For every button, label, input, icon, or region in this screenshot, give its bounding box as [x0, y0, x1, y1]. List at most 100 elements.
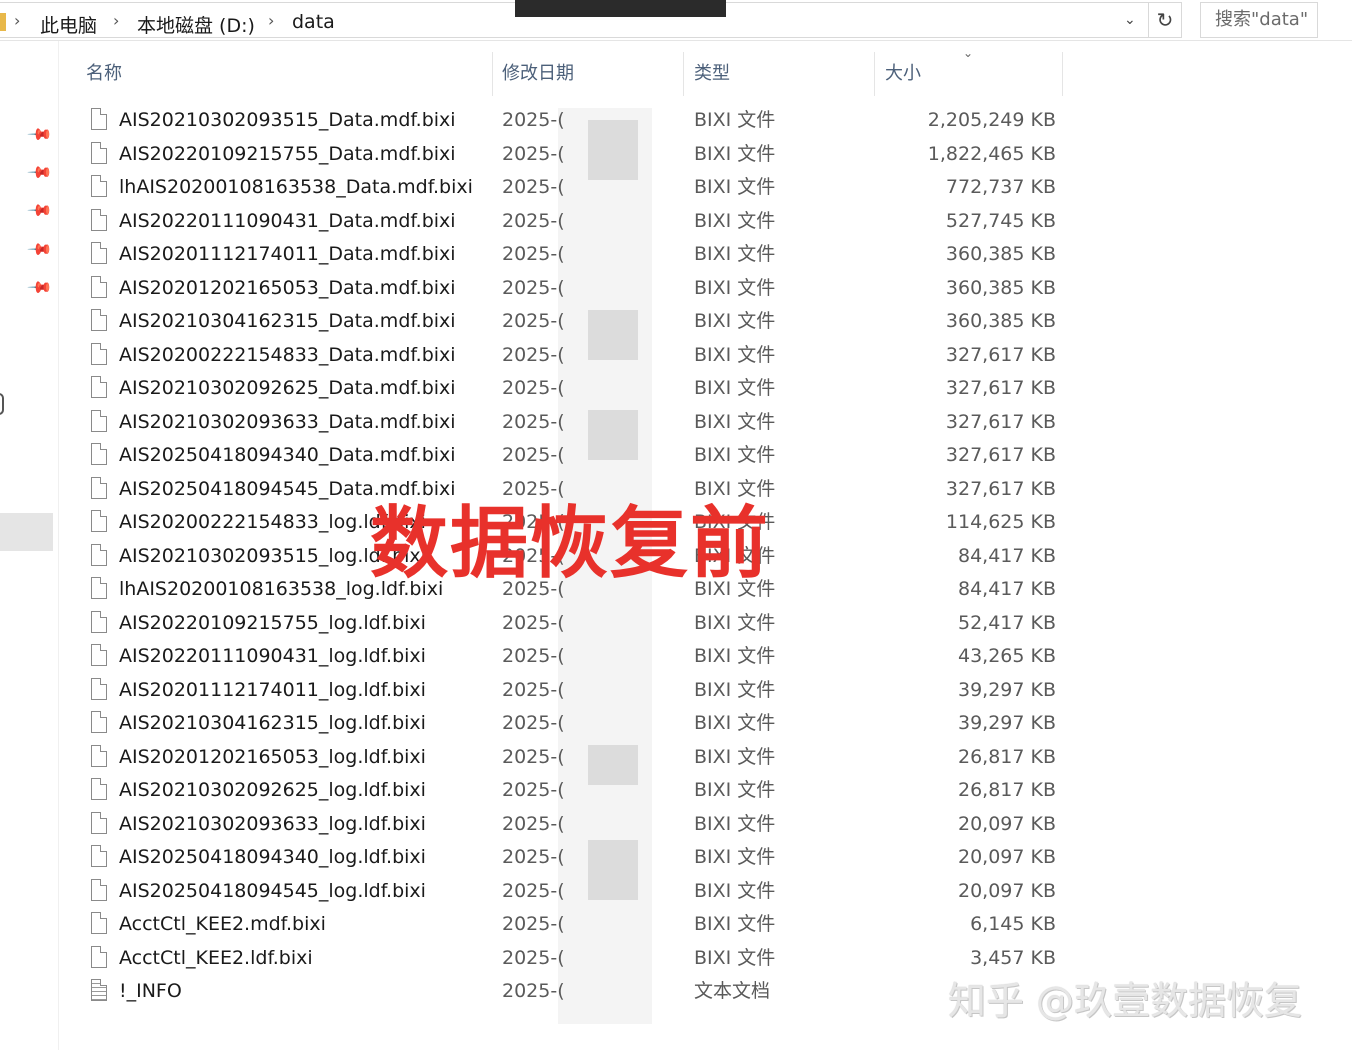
file-row[interactable]: AIS20201112174011_Data.mdf.bixi 2025-(BIX…: [86, 238, 1056, 272]
file-row[interactable]: AIS20201202165053_log.ldf.bixi 2025-(BIXI…: [86, 741, 1056, 775]
file-type: BIXI 文件: [694, 310, 776, 332]
column-divider[interactable]: [874, 52, 875, 96]
pin-icon[interactable]: 📌: [26, 121, 54, 149]
column-header-size[interactable]: 大小: [885, 52, 921, 96]
file-type: BIXI 文件: [694, 913, 776, 935]
file-size: 1,822,465 KB: [927, 142, 1056, 165]
search-input[interactable]: 搜索"data": [1200, 2, 1318, 38]
file-size: 26,817 KB: [957, 779, 1056, 801]
file-date: 2025-(: [502, 209, 565, 232]
breadcrumb-this-pc[interactable]: 此电脑: [40, 11, 97, 38]
file-name: AIS20210304162315_log.ldf.bixi: [119, 712, 426, 734]
column-divider[interactable]: [1062, 52, 1063, 96]
file-size: 327,617 KB: [945, 444, 1056, 466]
file-icon: [91, 845, 107, 867]
file-icon: [91, 175, 107, 197]
file-row[interactable]: AIS20210302092625_Data.mdf.bixi 2025-(BIX…: [86, 372, 1056, 406]
file-row[interactable]: AIS20220109215755_Data.mdf.bixi 2025-(BIX…: [86, 138, 1056, 172]
file-icon: [91, 409, 107, 432]
file-type: BIXI 文件: [694, 846, 776, 868]
file-icon: [91, 510, 107, 532]
chevron-right-icon[interactable]: ›: [113, 11, 119, 30]
file-row[interactable]: AIS20250418094545_log.ldf.bixi 2025-(BIXI…: [86, 875, 1056, 909]
pin-icon[interactable]: 📌: [26, 197, 54, 225]
file-size: 527,745 KB: [945, 209, 1056, 232]
breadcrumb-local-disk[interactable]: 本地磁盘 (D:): [137, 11, 255, 38]
file-name: AIS20250418094545_log.ldf.bixi: [119, 879, 426, 902]
file-size: 39,297 KB: [957, 678, 1056, 701]
file-size: 26,817 KB: [957, 745, 1056, 768]
file-date: 2025-(: [502, 611, 565, 634]
file-date: 2025-(: [502, 913, 565, 935]
file-row[interactable]: lhAIS20200108163538_Data.mdf.bixi 2025-(B…: [86, 171, 1056, 205]
file-row[interactable]: AIS20200222154833_Data.mdf.bixi 2025-(BIX…: [86, 339, 1056, 373]
file-row[interactable]: AIS20201112174011_log.ldf.bixi 2025-(BIXI…: [86, 674, 1056, 708]
file-type: BIXI 文件: [694, 243, 776, 265]
file-icon: [91, 342, 107, 365]
file-type: BIXI 文件: [694, 377, 776, 399]
chevron-down-icon[interactable]: ⌄: [1124, 12, 1136, 28]
file-type: BIXI 文件: [694, 779, 776, 801]
file-size: 20,097 KB: [957, 812, 1056, 835]
pin-icon[interactable]: 📌: [26, 236, 54, 264]
file-row[interactable]: AIS20210302093633_Data.mdf.bixi 2025-(BIX…: [86, 406, 1056, 440]
breadcrumb-data[interactable]: data: [292, 11, 335, 33]
file-date: 2025-(: [502, 712, 565, 734]
nav-item-selected[interactable]: [0, 513, 53, 551]
pin-icon[interactable]: 📌: [26, 274, 54, 302]
file-icon: [91, 577, 107, 599]
column-divider[interactable]: [492, 52, 493, 96]
file-type: BIXI 文件: [694, 109, 776, 131]
file-name: AIS20210302093633_Data.mdf.bixi: [119, 410, 456, 433]
file-icon: [91, 443, 107, 465]
file-date: 2025-(: [502, 343, 565, 366]
file-icon: [91, 141, 107, 164]
file-row[interactable]: AIS20220111090431_Data.mdf.bixi 2025-(BIX…: [86, 205, 1056, 239]
blur-patch: [588, 410, 638, 460]
file-row[interactable]: AIS20201202165053_Data.mdf.bixi 2025-(BIX…: [86, 272, 1056, 306]
column-header-date[interactable]: 修改日期: [502, 52, 574, 96]
file-type: BIXI 文件: [694, 176, 776, 198]
file-icon: [91, 543, 107, 566]
chevron-right-icon[interactable]: ›: [14, 11, 20, 30]
file-icon: [91, 744, 107, 767]
refresh-button[interactable]: ↻: [1148, 2, 1182, 38]
file-name: AIS20210302092625_Data.mdf.bixi: [119, 377, 456, 399]
file-size: 327,617 KB: [945, 377, 1056, 399]
file-name: lhAIS20200108163538_Data.mdf.bixi: [119, 176, 473, 198]
file-name: AcctCtl_KEE2.ldf.bixi: [119, 946, 313, 969]
file-row[interactable]: AIS20210302093633_log.ldf.bixi 2025-(BIXI…: [86, 808, 1056, 842]
file-name: AIS20201112174011_Data.mdf.bixi: [119, 243, 456, 265]
file-row[interactable]: !_INFO 2025-(文本文档: [86, 975, 1056, 1009]
column-header-type[interactable]: 类型: [694, 52, 730, 96]
file-row[interactable]: AIS20220109215755_log.ldf.bixi 2025-(BIXI…: [86, 607, 1056, 641]
file-size: 327,617 KB: [945, 343, 1056, 366]
file-row[interactable]: AIS20250418094340_Data.mdf.bixi 2025-(BIX…: [86, 439, 1056, 473]
file-row[interactable]: AIS20220111090431_log.ldf.bixi 2025-(BIXI…: [86, 640, 1056, 674]
file-row[interactable]: AIS20210302092625_log.ldf.bixi 2025-(BIXI…: [86, 774, 1056, 808]
folder-icon: [0, 13, 6, 31]
file-row[interactable]: AIS20210302093515_Data.mdf.bixi 2025-(BIX…: [86, 104, 1056, 138]
file-row[interactable]: AcctCtl_KEE2.mdf.bixi 2025-(BIXI 文件 6,145 …: [86, 908, 1056, 942]
column-divider[interactable]: [683, 52, 684, 96]
file-type: BIXI 文件: [694, 343, 776, 366]
chevron-right-icon[interactable]: ›: [268, 11, 274, 30]
watermark: 知乎 @玖壹数据恢复: [948, 979, 1303, 1023]
file-row[interactable]: AcctCtl_KEE2.ldf.bixi 2025-(BIXI 文件 3,457 …: [86, 942, 1056, 976]
blur-patch: [588, 120, 638, 180]
file-row[interactable]: AIS20210304162315_log.ldf.bixi 2025-(BIXI…: [86, 707, 1056, 741]
file-icon: [91, 208, 107, 231]
file-name: AIS20210302093515_Data.mdf.bixi: [119, 109, 456, 131]
file-date: 2025-(: [502, 980, 565, 1002]
file-size: 43,265 KB: [957, 645, 1056, 667]
nav-item-icon[interactable]: [0, 393, 4, 415]
file-row[interactable]: AIS20250418094340_log.ldf.bixi 2025-(BIXI…: [86, 841, 1056, 875]
file-row[interactable]: AIS20210304162315_Data.mdf.bixi 2025-(BIX…: [86, 305, 1056, 339]
column-header-name[interactable]: 名称: [86, 52, 122, 96]
blur-patch: [588, 310, 638, 360]
file-type: BIXI 文件: [694, 142, 776, 165]
file-type: BIXI 文件: [694, 276, 776, 299]
file-name: AIS20220109215755_log.ldf.bixi: [119, 611, 426, 634]
file-date: 2025-(: [502, 946, 565, 969]
pin-icon[interactable]: 📌: [26, 159, 54, 187]
